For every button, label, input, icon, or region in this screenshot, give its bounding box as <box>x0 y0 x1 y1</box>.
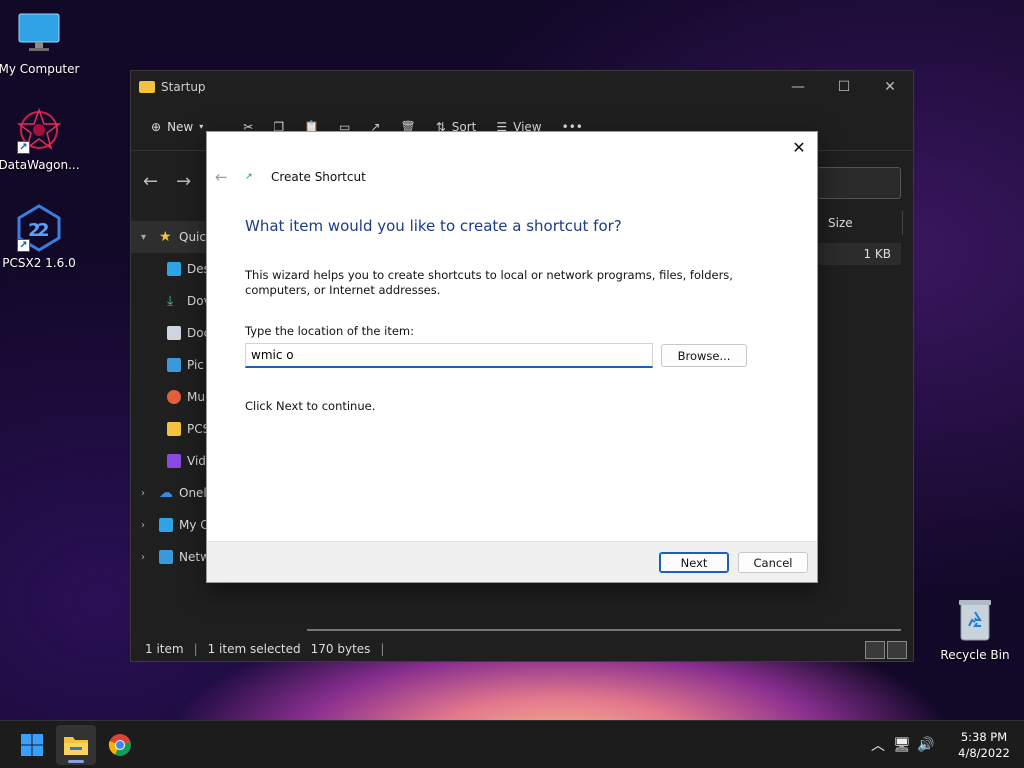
active-indicator <box>68 760 84 763</box>
cloud-icon: ☁ <box>159 485 173 501</box>
details-view-icon[interactable] <box>865 641 885 659</box>
video-icon <box>167 454 181 468</box>
recycle-bin-icon <box>951 596 999 644</box>
document-icon <box>167 326 181 340</box>
start-button[interactable] <box>12 725 52 765</box>
desktop-icon-datawagon[interactable]: ↗ DataWagon... <box>0 106 81 172</box>
folder-icon <box>167 422 181 436</box>
desktop-icon-label: DataWagon... <box>0 158 80 172</box>
dialog-footer: Next Cancel <box>207 541 817 582</box>
pcsx2-logo-icon: 2 2 ↗ <box>15 204 63 252</box>
sidebar-label: Mu <box>187 390 205 404</box>
sidebar-label: Onel <box>179 486 207 500</box>
browse-button[interactable]: Browse... <box>661 344 747 367</box>
chevron-down-icon: ▾ <box>141 231 147 243</box>
network-icon[interactable]: 🖥 <box>890 737 914 753</box>
dialog-title: Create Shortcut <box>271 170 366 184</box>
dialog-heading: What item would you like to create a sho… <box>245 217 622 235</box>
minimize-icon[interactable]: — <box>775 71 821 103</box>
desktop-icon-my-computer[interactable]: My Computer <box>0 10 81 76</box>
monitor-icon <box>15 10 63 58</box>
sidebar-label: Quic <box>179 230 206 244</box>
shortcut-icon <box>243 170 257 184</box>
explorer-search-box[interactable] <box>817 167 901 199</box>
monitor-icon <box>159 518 173 532</box>
windows-logo-icon <box>21 734 43 756</box>
dialog-description: This wizard helps you to create shortcut… <box>245 268 733 297</box>
window-controls: — ☐ ✕ <box>775 71 913 103</box>
status-separator: | <box>380 642 385 656</box>
download-icon: ⤓ <box>167 293 174 309</box>
taskbar-chrome[interactable] <box>100 725 140 765</box>
plus-circle-icon: ⊕ <box>151 119 162 134</box>
network-icon <box>159 550 173 564</box>
svg-text:2: 2 <box>37 220 50 241</box>
desktop-icon-pcsx2[interactable]: 2 2 ↗ PCSX2 1.6.0 <box>0 204 81 270</box>
folder-icon <box>64 737 88 755</box>
taskbar: ︿ 🖥 🔊 5:38 PM 4/8/2022 <box>0 720 1024 768</box>
cancel-button[interactable]: Cancel <box>738 552 808 573</box>
clock[interactable]: 5:38 PM 4/8/2022 <box>944 729 1024 761</box>
chevron-right-icon: › <box>141 487 145 499</box>
view-toggle <box>865 641 907 659</box>
chevron-right-icon: › <box>141 519 145 531</box>
column-header-size[interactable]: Size <box>815 211 903 235</box>
location-input[interactable] <box>245 343 653 368</box>
sidebar-label: Vid <box>187 454 206 468</box>
explorer-title: Startup <box>161 80 206 94</box>
status-item-count: 1 item <box>145 642 184 656</box>
desktop-icon-label: My Computer <box>0 62 80 76</box>
clock-time: 5:38 PM <box>960 730 1008 744</box>
new-label: New <box>167 119 194 134</box>
back-arrow-icon[interactable]: ← <box>215 168 233 186</box>
star-icon: ★ <box>159 229 172 245</box>
new-button[interactable]: ⊕ New ▾ <box>151 120 203 134</box>
create-shortcut-dialog[interactable]: ✕ ← Create Shortcut What item would you … <box>206 131 818 583</box>
next-button[interactable]: Next <box>659 552 729 573</box>
status-selected: 1 item selected <box>207 642 301 656</box>
system-tray: ︿ 🖥 🔊 5:38 PM 4/8/2022 <box>866 721 1024 768</box>
desktop-icon-recycle-bin[interactable]: Recycle Bin <box>933 596 1017 662</box>
continue-instruction: Click Next to continue. <box>245 399 376 413</box>
explorer-nav: ← → <box>143 171 191 192</box>
shortcut-arrow-icon: ↗ <box>17 141 30 154</box>
close-icon[interactable]: ✕ <box>789 138 809 158</box>
tiles-view-icon[interactable] <box>887 641 907 659</box>
taskbar-file-explorer[interactable] <box>56 725 96 765</box>
chevron-up-icon[interactable]: ︿ <box>866 735 890 755</box>
status-separator: | <box>193 642 198 656</box>
shortcut-arrow-icon: ↗ <box>17 239 30 252</box>
back-arrow-icon[interactable]: ← <box>143 171 158 192</box>
dialog-header: ← Create Shortcut <box>215 168 366 186</box>
status-bar: 1 item | 1 item selected 170 bytes | <box>131 637 913 661</box>
datawagon-logo-icon: ↗ <box>15 106 63 154</box>
status-bytes: 170 bytes <box>310 642 371 656</box>
music-icon <box>167 390 181 404</box>
chevron-right-icon: › <box>141 551 145 563</box>
desktop-icon-label: PCSX2 1.6.0 <box>2 256 76 270</box>
folder-icon <box>139 81 155 93</box>
close-icon[interactable]: ✕ <box>867 71 913 103</box>
chevron-down-icon: ▾ <box>199 122 204 131</box>
maximize-icon[interactable]: ☐ <box>821 71 867 103</box>
picture-icon <box>167 358 181 372</box>
sidebar-label: Pic <box>187 358 204 372</box>
horizontal-scrollbar[interactable] <box>307 629 901 631</box>
desktop-icon-label: Recycle Bin <box>940 648 1010 662</box>
forward-arrow-icon[interactable]: → <box>176 171 191 192</box>
clock-date: 4/8/2022 <box>958 746 1010 760</box>
chrome-icon <box>108 734 131 756</box>
location-label: Type the location of the item: <box>245 324 415 338</box>
file-size: 1 KB <box>863 247 891 261</box>
sidebar-label: My C <box>179 518 209 532</box>
desktop-icon <box>167 262 181 276</box>
speaker-icon[interactable]: 🔊 <box>914 737 938 753</box>
